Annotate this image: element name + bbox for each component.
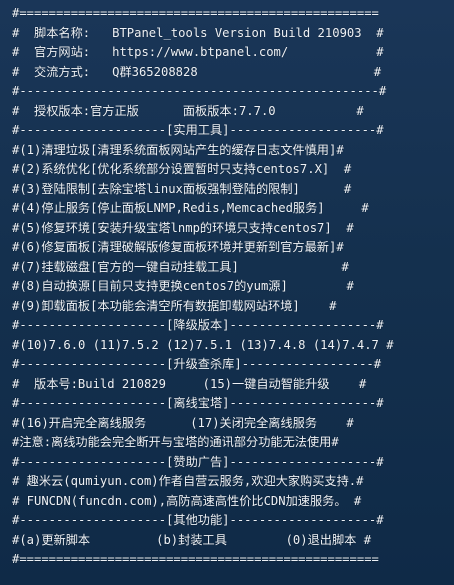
terminal-line: #--------------------[降级版本]-------------… bbox=[12, 318, 384, 332]
terminal-line: #(5)修复环境[安装升级宝塔lnmp的环境只支持centos7] # bbox=[12, 220, 354, 235]
terminal-line: #(4)停止服务[停止面板LNMP,Redis,Memcached服务] # bbox=[12, 201, 369, 215]
terminal-line: # 官方网站: https://www.btpanel.com/ # bbox=[12, 45, 384, 59]
terminal-line: #(9)卸载面板[本功能会清空所有数据卸载网站环境] # bbox=[12, 298, 337, 313]
terminal-line: #(a)更新脚本 (b)封装工具 (0)退出脚本 # bbox=[12, 532, 372, 547]
terminal-line: #(16)开启完全离线服务 (17)关闭完全离线服务 # bbox=[12, 415, 354, 430]
terminal-line: #(8)自动换源[目前只支持更换centos7的yum源] # bbox=[12, 279, 354, 293]
terminal-line: #--------------------[升级查杀库]------------… bbox=[12, 357, 382, 371]
terminal-line: #=======================================… bbox=[12, 552, 379, 566]
terminal-line: # 脚本名称: BTPanel_tools Version Build 2109… bbox=[12, 25, 384, 40]
terminal-line: #(3)登陆限制[去除宝塔linux面板强制登陆的限制] # bbox=[12, 181, 352, 196]
terminal-line: # 版本号:Build 210829 (15)一键自动智能升级 # bbox=[12, 376, 367, 391]
terminal-line: # 交流方式: Q群365208828 # bbox=[12, 64, 382, 79]
terminal-window: #=======================================… bbox=[0, 0, 454, 585]
terminal-line: #--------------------[其他功能]-------------… bbox=[12, 513, 384, 527]
terminal-line: #---------------------------------------… bbox=[12, 84, 387, 98]
terminal-line: #(10)7.6.0 (11)7.5.2 (12)7.5.1 (13)7.4.8… bbox=[12, 337, 394, 352]
terminal-line: #--------------------[赞助广告]-------------… bbox=[12, 454, 384, 469]
terminal-line: #注意:离线功能会完全断开与宝塔的通讯部分功能无法使用# bbox=[12, 435, 339, 449]
terminal-line: #(1)清理垃圾[清理系统面板网站产生的缓存日志文件慎用]# bbox=[12, 142, 344, 157]
terminal-line: #--------------------[实用工具]-------------… bbox=[12, 123, 384, 137]
terminal-line: #--------------------[离线宝塔]-------------… bbox=[12, 396, 384, 410]
terminal-line: #=======================================… bbox=[12, 6, 379, 20]
terminal-line: #(2)系统优化[优化系统部分设置暂时只支持centos7.X] # bbox=[12, 162, 352, 176]
terminal-line: #(7)挂载磁盘[官方的一键自动挂载工具] # bbox=[12, 259, 349, 274]
terminal-line: # 趣米云(qumiyun.com)作者自营云服务,欢迎大家购买支持.# bbox=[12, 474, 364, 488]
terminal-line: #(6)修复面板[清理破解版修复面板环境并更新到官方最新]# bbox=[12, 240, 344, 254]
terminal-line: # 授权版本:官方正版 面板版本:7.7.0 # bbox=[12, 103, 364, 118]
terminal-line: # FUNCDN(funcdn.com),高防高速高性价比CDN加速服务。 # bbox=[12, 493, 362, 508]
